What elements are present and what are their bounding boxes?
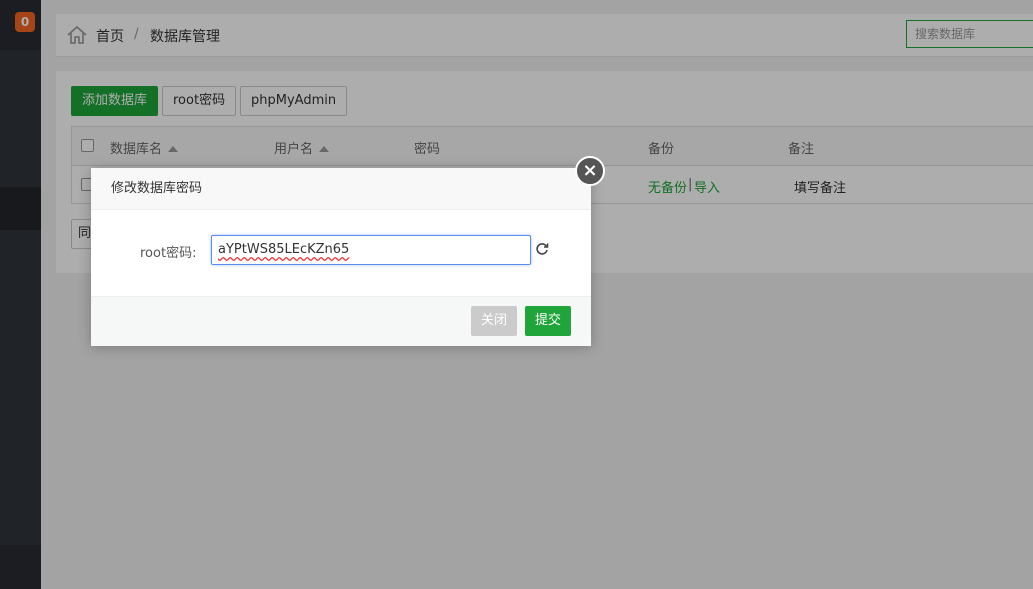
submit-button[interactable]: 提交 xyxy=(525,306,572,336)
close-button[interactable]: 关闭 xyxy=(471,306,518,336)
root-password-value: aYPtWS85LEcKZn65 xyxy=(218,242,350,257)
root-password-input[interactable]: aYPtWS85LEcKZn65 xyxy=(211,235,531,265)
close-icon[interactable]: × xyxy=(575,156,605,186)
root-password-label: root密码: xyxy=(140,246,197,261)
refresh-icon[interactable] xyxy=(535,242,549,256)
dialog-title: 修改数据库密码 xyxy=(91,168,591,210)
dialog-footer: 关闭 提交 xyxy=(91,296,591,346)
change-password-dialog: 修改数据库密码 × root密码: aYPtWS85LEcKZn65 关闭 提交 xyxy=(91,156,605,346)
